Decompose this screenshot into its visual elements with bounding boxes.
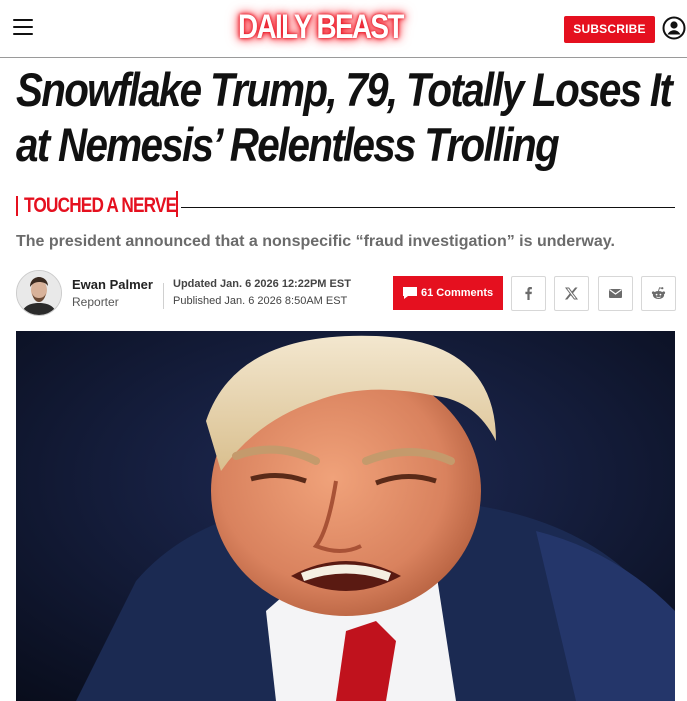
- subscribe-button[interactable]: SUBSCRIBE: [564, 16, 655, 43]
- share-x-button[interactable]: [554, 276, 589, 311]
- article-kicker[interactable]: TOUCHED A NERVE: [24, 194, 177, 218]
- updated-timestamp: Updated Jan. 6 2026 12:22PM EST: [173, 278, 351, 290]
- share-reddit-button[interactable]: [641, 276, 676, 311]
- published-timestamp: Published Jan. 6 2026 8:50AM EST: [173, 295, 348, 307]
- author-avatar[interactable]: [16, 270, 62, 316]
- account-icon[interactable]: [662, 16, 686, 40]
- article-headline: Snowflake Trump, 79, Totally Loses It at…: [16, 63, 673, 171]
- byline-divider: [163, 283, 164, 309]
- reddit-icon: [651, 287, 666, 299]
- comment-icon: [403, 287, 417, 299]
- kicker-divider-right: [176, 191, 178, 217]
- facebook-icon: [525, 287, 532, 300]
- kicker-divider-left: [16, 196, 18, 216]
- comments-count: 61 Comments: [421, 287, 494, 299]
- comments-button[interactable]: 61 Comments: [393, 276, 503, 310]
- hero-photo-illustration: [16, 331, 675, 701]
- daily-beast-logo[interactable]: DAILY BEAST: [238, 6, 404, 48]
- kicker-section: TOUCHED A NERVE: [16, 188, 675, 224]
- kicker-rule: [181, 207, 675, 208]
- menu-icon[interactable]: [13, 19, 33, 35]
- hero-image[interactable]: [16, 331, 675, 701]
- author-photo-icon: [17, 271, 61, 315]
- x-icon: [564, 287, 579, 300]
- article-dek: The president announced that a nonspecif…: [16, 233, 615, 250]
- author-name[interactable]: Ewan Palmer: [72, 277, 153, 292]
- share-email-button[interactable]: [598, 276, 633, 311]
- email-icon: [609, 289, 622, 298]
- author-role: Reporter: [72, 295, 119, 309]
- share-facebook-button[interactable]: [511, 276, 546, 311]
- top-nav-bar: DAILY BEAST SUBSCRIBE: [0, 0, 687, 58]
